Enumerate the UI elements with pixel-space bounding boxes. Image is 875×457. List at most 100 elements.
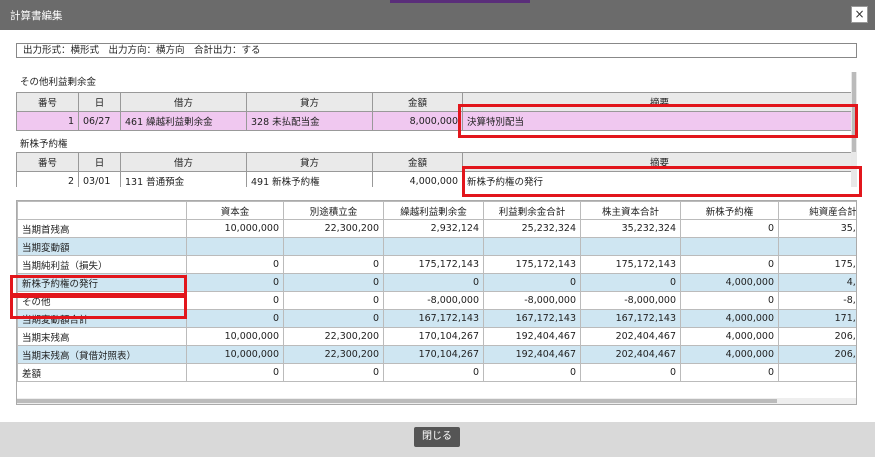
equity-cell: 0 xyxy=(186,273,284,292)
equity-col-header: 株主資本合計 xyxy=(580,201,681,220)
annotation-box-memo-2 xyxy=(462,166,862,197)
equity-cell xyxy=(483,237,581,256)
equity-cell: 192,404,467 xyxy=(483,345,581,364)
equity-cell: 0 xyxy=(483,363,581,382)
equity-cell: 25,232,324 xyxy=(483,219,581,238)
col-debit: 借方 xyxy=(120,152,247,172)
equity-cell: 0 xyxy=(383,273,484,292)
equity-cell: 175,172,143 xyxy=(580,255,681,274)
equity-cell: 22,300,200 xyxy=(283,345,384,364)
equity-row-label: 当期純利益（損失） xyxy=(17,255,187,274)
equity-cell: -8,000,000 xyxy=(383,291,484,310)
equity-cell xyxy=(186,237,284,256)
equity-cell: 175,172,1 xyxy=(778,255,856,274)
equity-row: 当期末残高（貸借対照表） 10,000,000 22,300,200 170,104,… xyxy=(17,345,856,364)
equity-row: 差額0000000 xyxy=(17,363,856,382)
equity-row-label: 差額 xyxy=(17,363,187,382)
annotation-box-issuance xyxy=(10,275,187,296)
equity-cell: 35,232,3 xyxy=(778,219,856,238)
journal-credit: 491 新株予約権 xyxy=(246,171,373,187)
output-settings-bar: 出力形式：横形式 出力方向：横方向 合計出力：する xyxy=(16,43,857,58)
journal-amount: 8,000,000 xyxy=(372,111,463,131)
journal-number: 1 xyxy=(16,111,79,131)
equity-cell: -8,000,0 xyxy=(778,291,856,310)
equity-cell: 10,000,000 xyxy=(186,219,284,238)
dialog-body: 出力形式：横形式 出力方向：横方向 合計出力：する その他利益剰余金 番号 日 … xyxy=(0,30,875,422)
equity-cell: 0 xyxy=(283,363,384,382)
equity-cell: 10,000,000 xyxy=(186,345,284,364)
col-number: 番号 xyxy=(16,152,79,172)
annotation-box-other xyxy=(10,295,187,319)
equity-cell xyxy=(383,237,484,256)
equity-cell: 0 xyxy=(283,291,384,310)
journal-credit: 328 未払配当金 xyxy=(246,111,373,131)
journal-debit: 461 繰越利益剰余金 xyxy=(120,111,247,131)
equity-cell: 170,104,267 xyxy=(383,327,484,346)
equity-cell: 4,000,000 xyxy=(680,309,779,328)
equity-corner-cell xyxy=(17,201,187,220)
equity-cell: 22,300,200 xyxy=(283,219,384,238)
equity-cell: 0 xyxy=(283,309,384,328)
equity-cell: 0 xyxy=(580,363,681,382)
section-title-stock-options: 新株予約権 xyxy=(20,139,68,150)
equity-col-header: 別途積立金 xyxy=(283,201,384,220)
equity-cell: -8,000,000 xyxy=(580,291,681,310)
equity-cell: 0 xyxy=(778,363,856,382)
equity-h-scrollbar[interactable] xyxy=(17,398,856,404)
equity-cell: 0 xyxy=(383,363,484,382)
equity-cell: 10,000,000 xyxy=(186,327,284,346)
journal-debit: 131 普通預金 xyxy=(120,171,247,187)
equity-cell: 0 xyxy=(186,255,284,274)
equity-cell: 192,404,467 xyxy=(483,327,581,346)
equity-cell: 0 xyxy=(186,363,284,382)
equity-cell: 0 xyxy=(680,363,779,382)
journal-date: 06/27 xyxy=(78,111,121,131)
col-credit: 貸方 xyxy=(246,152,373,172)
equity-cell: -8,000,000 xyxy=(483,291,581,310)
equity-cell: 202,404,467 xyxy=(580,345,681,364)
equity-cell: 167,172,143 xyxy=(580,309,681,328)
equity-col-header: 利益剰余金合計 xyxy=(483,201,581,220)
close-button[interactable]: 閉じる xyxy=(414,427,460,447)
equity-row-label: 当期末残高 xyxy=(17,327,187,346)
equity-row-label: 当期首残高 xyxy=(17,219,187,238)
equity-cell: 0 xyxy=(680,291,779,310)
dialog-titlebar: 計算書編集 × xyxy=(0,0,875,30)
equity-row: 当期純利益（損失） 0 0 175,172,143 175,172,143 175,172… xyxy=(17,255,856,274)
equity-cell: 0 xyxy=(186,291,284,310)
equity-row: 当期首残高 10,000,000 22,300,200 2,932,124 25,232… xyxy=(17,219,856,238)
equity-header-row: 資本金 別途積立金 繰越利益剰余金 利益剰余金合計 株主資本合計 新株予約権 純資産合計 xyxy=(17,201,856,220)
equity-cell xyxy=(283,237,384,256)
section-title-other-retained: その他利益剰余金 xyxy=(20,77,97,88)
equity-cell: 2,932,124 xyxy=(383,219,484,238)
equity-col-header: 新株予約権 xyxy=(680,201,779,220)
dialog-footer: 閉じる xyxy=(0,422,875,457)
col-number: 番号 xyxy=(16,92,79,112)
equity-cell: 202,404,467 xyxy=(580,327,681,346)
equity-col-header: 資本金 xyxy=(186,201,284,220)
equity-cell: 175,172,143 xyxy=(383,255,484,274)
equity-cell: 0 xyxy=(680,219,779,238)
journal-date: 03/01 xyxy=(78,171,121,187)
equity-cell: 0 xyxy=(580,273,681,292)
col-debit: 借方 xyxy=(120,92,247,112)
equity-cell: 4,000,000 xyxy=(680,327,779,346)
journal-amount: 4,000,000 xyxy=(372,171,463,187)
col-amount: 金額 xyxy=(372,92,463,112)
journal-number: 2 xyxy=(16,171,79,187)
equity-cell: 167,172,143 xyxy=(383,309,484,328)
equity-cell: 0 xyxy=(283,273,384,292)
annotation-box-memo-1 xyxy=(458,104,858,138)
equity-cell: 4,000,000 xyxy=(680,273,779,292)
scrollbar-thumb[interactable] xyxy=(17,399,777,403)
col-amount: 金額 xyxy=(372,152,463,172)
equity-cell: 22,300,200 xyxy=(283,327,384,346)
equity-cell: 0 xyxy=(186,309,284,328)
equity-row: 当期末残高 10,000,000 22,300,200 170,104,267 192,… xyxy=(17,327,856,346)
equity-row-label: 当期末残高（貸借対照表） xyxy=(17,345,187,364)
equity-cell xyxy=(778,237,856,256)
equity-row: 当期変動額 xyxy=(17,237,856,256)
equity-cell: 0 xyxy=(283,255,384,274)
close-icon[interactable]: × xyxy=(851,6,868,23)
equity-cell: 0 xyxy=(483,273,581,292)
